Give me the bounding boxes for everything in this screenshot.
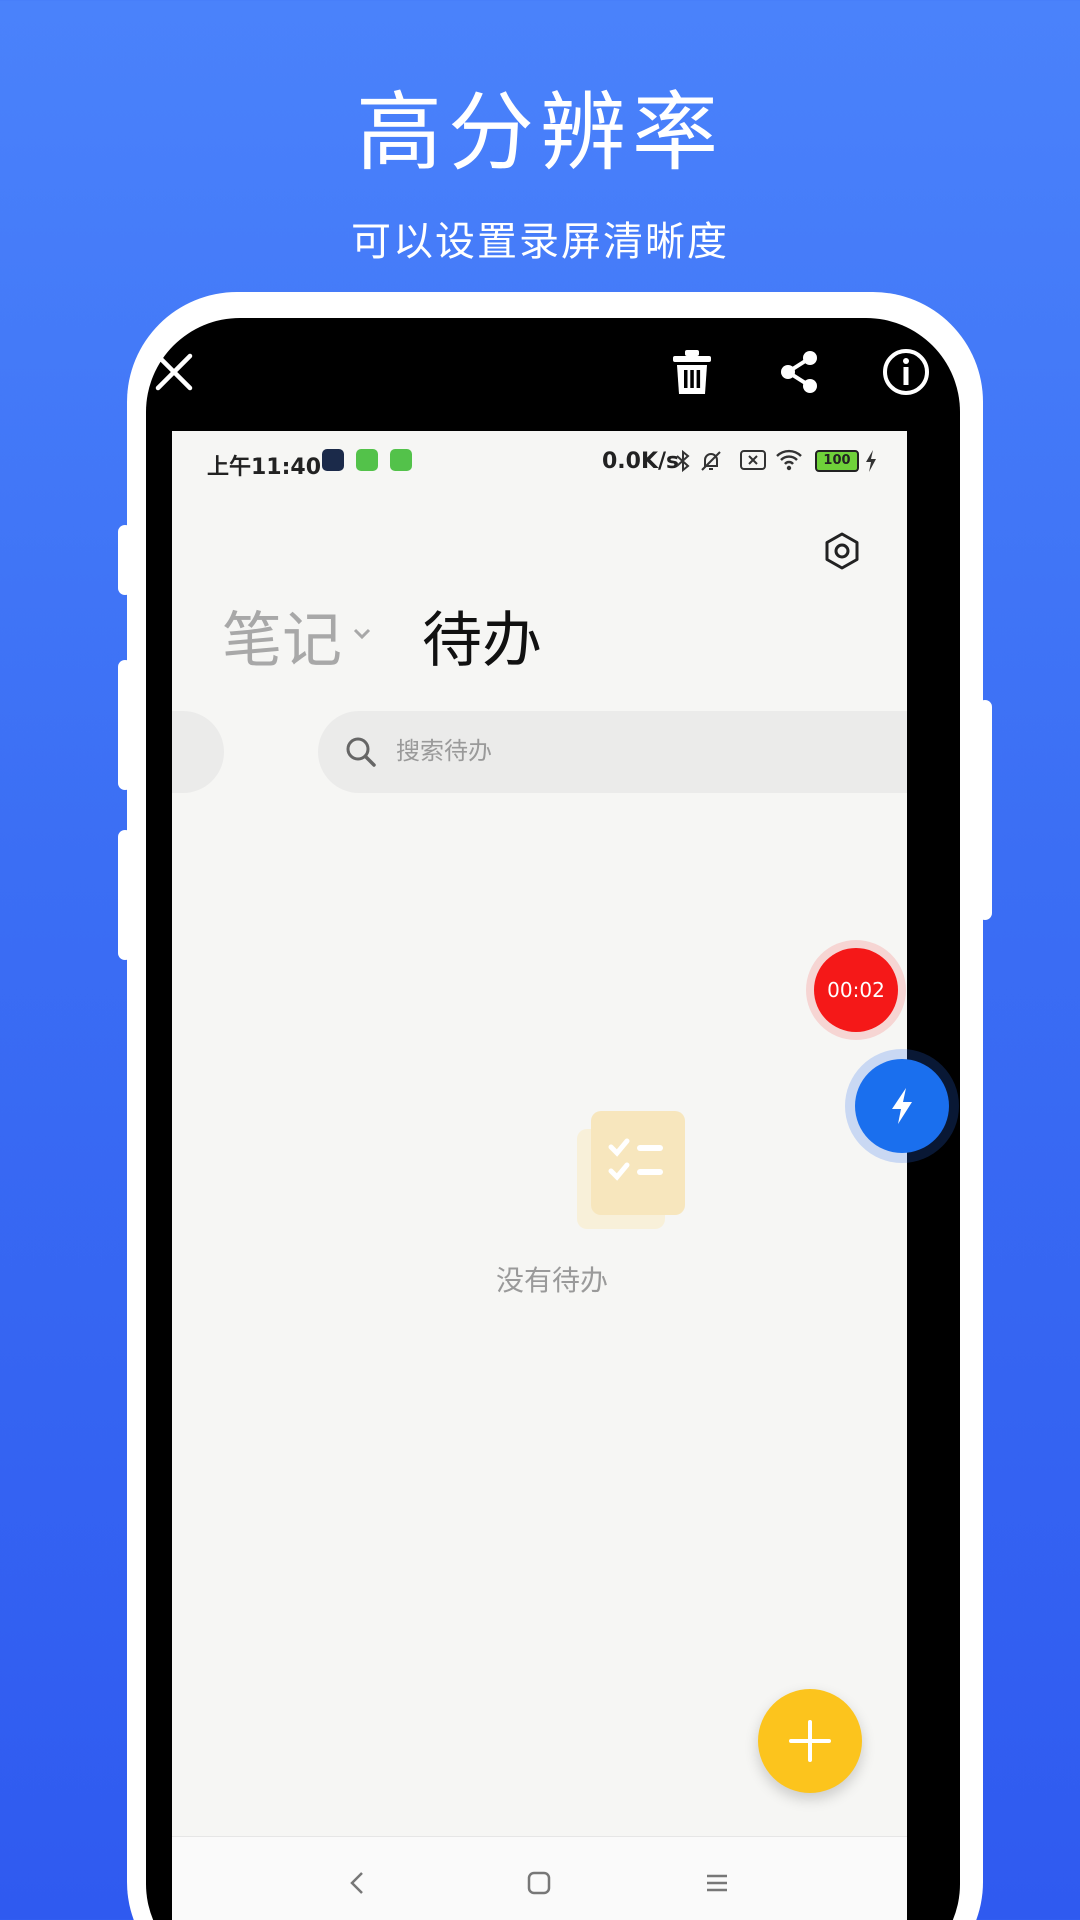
quick-action-ball[interactable] xyxy=(855,1059,949,1153)
promo-title: 高分辨率 xyxy=(356,83,724,183)
search-placeholder: 搜索待办 xyxy=(396,737,492,765)
settings-icon xyxy=(825,532,859,570)
menu-icon xyxy=(707,1874,727,1892)
search-input[interactable]: 搜索待办 xyxy=(318,711,907,793)
phone-side-button xyxy=(118,660,132,790)
mute-icon xyxy=(701,451,721,471)
empty-checklist-icon xyxy=(577,1111,685,1229)
info-icon[interactable] xyxy=(870,336,942,408)
nav-back-button[interactable] xyxy=(337,1865,377,1901)
app-notification-icon xyxy=(390,449,412,471)
share-icon[interactable] xyxy=(763,336,835,408)
phone-side-button xyxy=(118,525,132,595)
plus-icon xyxy=(789,1720,831,1762)
sim-icon xyxy=(740,450,766,470)
battery-indicator: 100 xyxy=(815,450,859,472)
add-todo-button[interactable] xyxy=(758,1689,862,1793)
search-icon xyxy=(346,737,376,767)
phone-side-button xyxy=(118,830,132,960)
recording-timer[interactable]: 00:02 xyxy=(814,948,898,1032)
tab-todo[interactable]: 待办 xyxy=(422,601,542,681)
promo-subtitle: 可以设置录屏清晰度 xyxy=(351,219,729,265)
lightning-icon xyxy=(892,1088,912,1124)
trash-icon[interactable] xyxy=(656,336,728,408)
system-nav-bar xyxy=(172,1836,907,1920)
nav-menu-button[interactable] xyxy=(697,1865,737,1901)
network-speed: 0.0K/s xyxy=(602,449,680,474)
status-time: 上午11:40 xyxy=(207,455,322,480)
phone-side-button xyxy=(978,700,992,920)
tab-notes[interactable]: 笔记 xyxy=(222,601,342,681)
recorded-screen: 上午11:40 0.0K/s 100 笔记 待办 搜索待办 没有待办 xyxy=(172,431,907,1920)
wifi-icon xyxy=(776,449,802,471)
home-icon xyxy=(527,1871,551,1895)
back-icon xyxy=(350,1872,363,1894)
bluetooth-icon xyxy=(676,449,690,473)
chevron-down-icon xyxy=(353,628,371,640)
empty-state-text: 没有待办 xyxy=(495,1264,608,1297)
settings-button[interactable] xyxy=(812,521,872,581)
nav-home-button[interactable] xyxy=(519,1865,559,1901)
close-icon[interactable] xyxy=(138,336,210,408)
status-bar: 上午11:40 0.0K/s 100 xyxy=(172,431,907,491)
charging-icon xyxy=(866,450,876,472)
notes-search-pill[interactable] xyxy=(172,711,224,793)
app-notification-icon xyxy=(356,449,378,471)
app-notification-icon xyxy=(322,449,344,471)
